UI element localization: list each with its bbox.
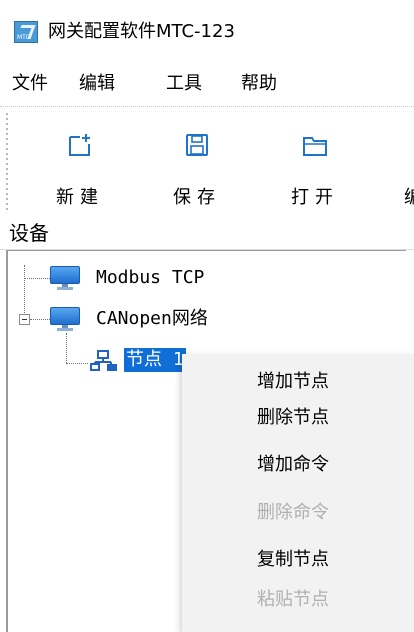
monitor-icon (50, 307, 80, 331)
tree-connector (66, 363, 88, 364)
edit-button-label: 编 (404, 187, 414, 209)
tree-connector (66, 333, 67, 363)
tree-item-modbus-tcp[interactable]: Modbus TCP (50, 266, 270, 290)
tree-item-label: CANopen网络 (96, 308, 208, 329)
context-menu-copy-node[interactable]: 复制节点 (182, 542, 414, 578)
new-button-label: 新建 (56, 187, 104, 208)
toolbar: 新建 保存 打开 编 (0, 106, 414, 218)
collapse-toggle-icon[interactable] (19, 314, 30, 325)
monitor-icon (50, 266, 80, 290)
tree-item-canopen[interactable]: CANopen网络 (50, 307, 310, 331)
open-folder-icon (303, 137, 327, 156)
tree-connector (24, 278, 50, 279)
save-button-label: 保存 (173, 187, 221, 208)
menu-edit[interactable]: 编辑 (79, 72, 115, 96)
app-logo-icon: MTC (14, 21, 38, 43)
context-menu: 增加节点 删除节点 增加命令 删除命令 复制节点 粘贴节点 (182, 354, 414, 632)
app-logo-tag: MTC (17, 34, 30, 41)
menu-help[interactable]: 帮助 (241, 72, 277, 96)
tree-item-label-selected: 节点 1 (124, 348, 186, 372)
device-panel-header: 设备 (0, 218, 414, 250)
tree-item-label: Modbus TCP (96, 267, 205, 288)
new-button[interactable]: 新建 (40, 107, 120, 219)
menu-bar: 文件 编辑 工具 帮助 (0, 62, 414, 106)
new-file-icon (69, 134, 90, 156)
device-panel-title: 设备 (9, 221, 49, 245)
context-menu-delete-command: 删除命令 (257, 502, 329, 523)
tree-connector (24, 265, 25, 319)
context-menu-add-node[interactable]: 增加节点 (182, 364, 414, 400)
window-title: 网关配置软件MTC-123 (48, 21, 235, 42)
save-icon (186, 134, 208, 156)
title-bar: MTC 网关配置软件MTC-123 (0, 0, 414, 62)
menu-tools[interactable]: 工具 (166, 72, 202, 96)
context-menu-add-command[interactable]: 增加命令 (182, 447, 414, 483)
tree-connector (30, 319, 50, 320)
context-menu-paste-node: 粘贴节点 (257, 589, 329, 610)
save-button[interactable]: 保存 (157, 107, 237, 219)
network-node-icon (90, 350, 117, 371)
menu-file[interactable]: 文件 (12, 72, 48, 96)
edit-button[interactable]: 编 (396, 107, 414, 219)
toolbar-grip[interactable] (6, 113, 8, 213)
open-button[interactable]: 打开 (275, 107, 355, 219)
context-menu-delete-node[interactable]: 删除节点 (182, 400, 414, 436)
open-button-label: 打开 (291, 187, 339, 208)
